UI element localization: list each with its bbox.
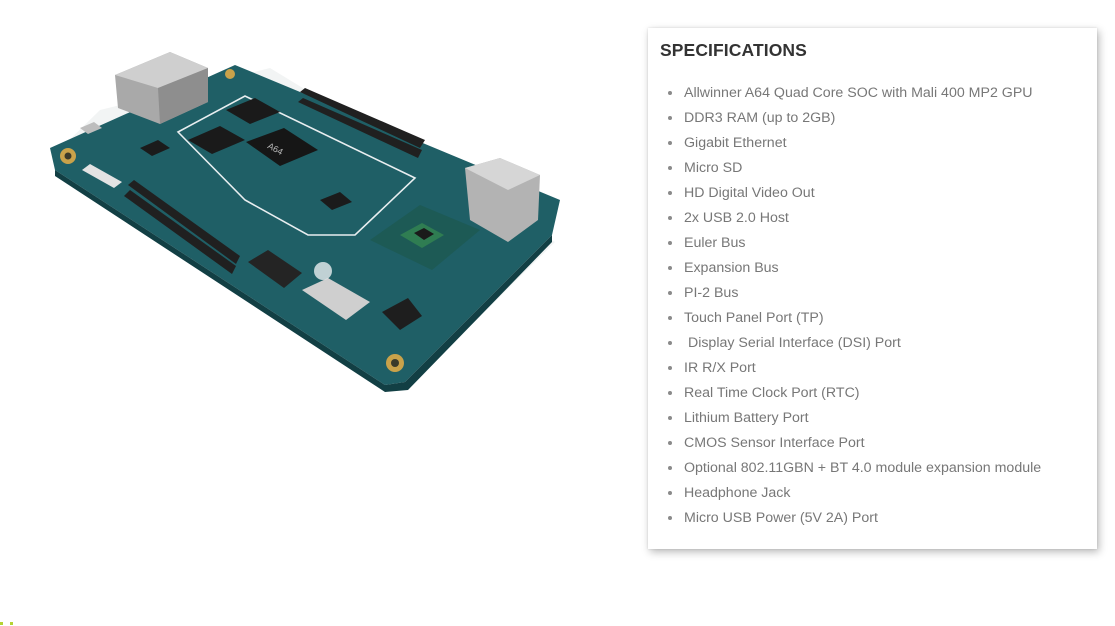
bullet-icon xyxy=(668,390,672,395)
spec-item: Display Serial Interface (DSI) Port xyxy=(665,330,1085,355)
spec-item: Expansion Bus xyxy=(665,255,1085,280)
spec-item: Micro SD xyxy=(665,155,1085,180)
bullet-icon xyxy=(668,340,672,345)
decorative-dot xyxy=(0,622,3,625)
decorative-dot xyxy=(10,622,13,625)
board-illustration: A64 xyxy=(50,52,560,392)
product-image: A64 xyxy=(40,30,580,400)
bullet-icon xyxy=(668,265,672,270)
spec-item: Touch Panel Port (TP) xyxy=(665,305,1085,330)
spec-item: Allwinner A64 Quad Core SOC with Mali 40… xyxy=(665,80,1085,105)
spec-item: Lithium Battery Port xyxy=(665,405,1085,430)
bullet-icon xyxy=(668,190,672,195)
spec-item: CMOS Sensor Interface Port xyxy=(665,430,1085,455)
bullet-icon xyxy=(668,415,672,420)
bullet-icon xyxy=(668,215,672,220)
spec-item: IR R/X Port xyxy=(665,355,1085,380)
bullet-icon xyxy=(668,490,672,495)
bullet-icon xyxy=(668,115,672,120)
bullet-icon xyxy=(668,165,672,170)
spec-item: DDR3 RAM (up to 2GB) xyxy=(665,105,1085,130)
specifications-card: SPECIFICATIONS Allwinner A64 Quad Core S… xyxy=(648,28,1097,549)
bullet-icon xyxy=(668,440,672,445)
mounting-hole xyxy=(225,69,235,79)
bullet-icon xyxy=(668,315,672,320)
spec-item: HD Digital Video Out xyxy=(665,180,1085,205)
specifications-list: Allwinner A64 Quad Core SOC with Mali 40… xyxy=(660,80,1085,530)
spec-item: Euler Bus xyxy=(665,230,1085,255)
spec-item: Gigabit Ethernet xyxy=(665,130,1085,155)
bullet-icon xyxy=(668,240,672,245)
bullet-icon xyxy=(668,290,672,295)
spec-item: Real Time Clock Port (RTC) xyxy=(665,380,1085,405)
specifications-title: SPECIFICATIONS xyxy=(660,40,807,60)
spec-item: Headphone Jack xyxy=(665,480,1085,505)
spec-item: PI-2 Bus xyxy=(665,280,1085,305)
decorative-dots xyxy=(0,622,20,626)
bullet-icon xyxy=(668,515,672,520)
bullet-icon xyxy=(668,465,672,470)
spec-item: Micro USB Power (5V 2A) Port xyxy=(665,505,1085,530)
bullet-icon xyxy=(668,140,672,145)
spec-item: 2x USB 2.0 Host xyxy=(665,205,1085,230)
bullet-icon xyxy=(668,365,672,370)
spec-item: Optional 802.11GBN + BT 4.0 module expan… xyxy=(665,455,1085,480)
bullet-icon xyxy=(668,90,672,95)
